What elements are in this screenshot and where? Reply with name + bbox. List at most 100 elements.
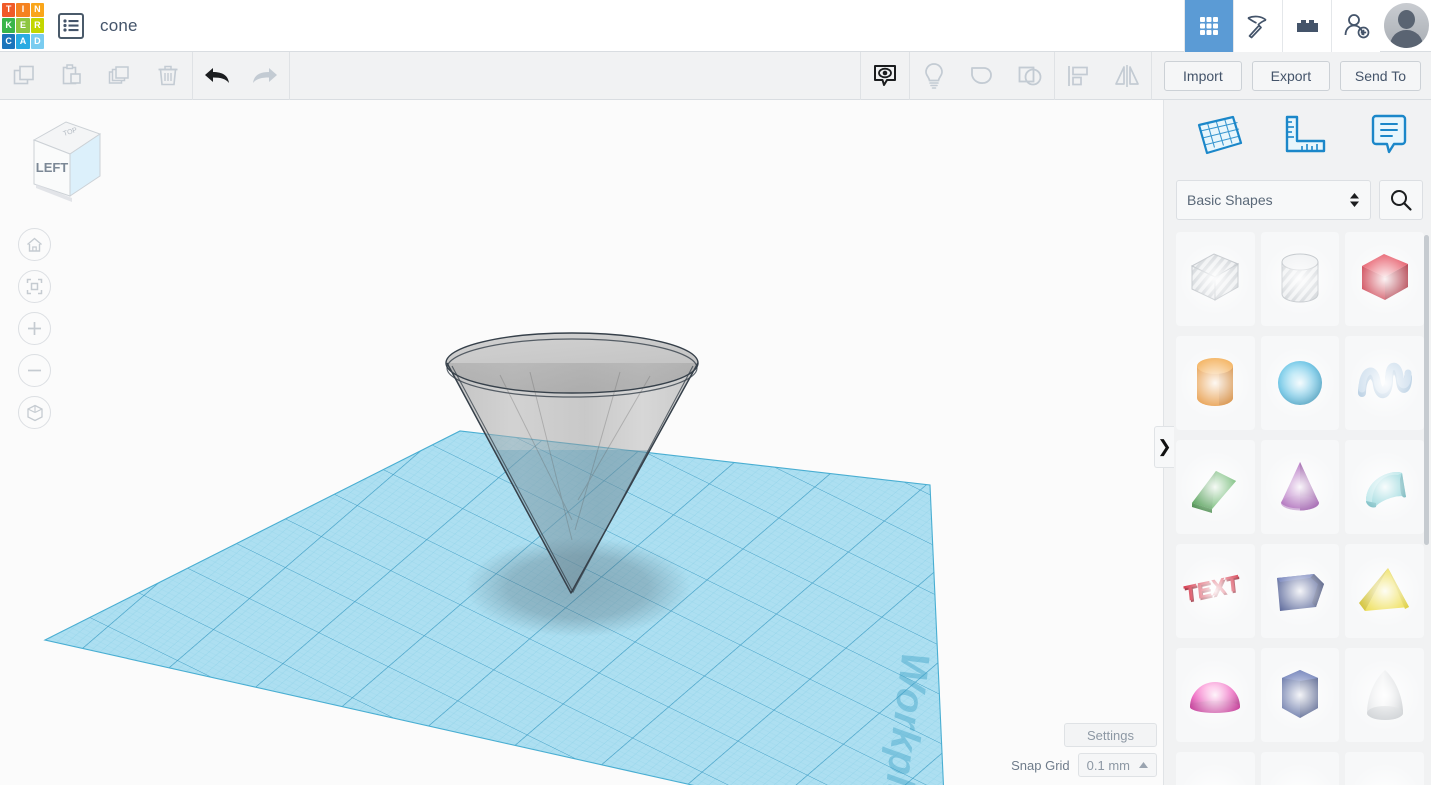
top-bar-actions	[1184, 0, 1431, 52]
shape-rock[interactable]	[1345, 752, 1424, 785]
undo-arrow-icon	[202, 65, 232, 87]
export-button[interactable]: Export	[1252, 61, 1330, 91]
shape-dome[interactable]	[1261, 752, 1340, 785]
shape-scribble[interactable]	[1345, 336, 1424, 430]
pickaxe-icon	[1245, 13, 1271, 39]
notes-tab[interactable]	[1346, 103, 1431, 169]
import-button[interactable]: Import	[1164, 61, 1242, 91]
duplicate-button[interactable]	[96, 52, 144, 100]
copy-button[interactable]	[0, 52, 48, 100]
logo-tile: K	[2, 18, 15, 33]
hint-button[interactable]	[910, 52, 958, 100]
shape-box-hole[interactable]	[1176, 232, 1255, 326]
tinkercad-logo[interactable]: T I N K E R C A D	[0, 0, 46, 52]
projection-toggle-button[interactable]	[18, 396, 51, 429]
invite-button[interactable]	[1331, 0, 1380, 52]
shape-torus[interactable]	[1176, 752, 1255, 785]
paste-button[interactable]	[48, 52, 96, 100]
mirror-button[interactable]	[1103, 52, 1151, 100]
shape-wedge[interactable]	[1176, 440, 1255, 534]
cell-glow	[1178, 346, 1252, 420]
logo-tile: R	[31, 18, 44, 33]
trash-icon	[155, 63, 181, 89]
lightbulb-icon	[921, 62, 947, 90]
cell-glow	[1348, 658, 1422, 732]
settings-button[interactable]: Settings	[1064, 723, 1157, 747]
logo-tile: C	[2, 34, 15, 49]
group-shapes-icon	[968, 63, 996, 89]
toolbar-divider	[1151, 52, 1152, 100]
zoom-in-button[interactable]	[18, 312, 51, 345]
align-button[interactable]	[1055, 52, 1103, 100]
documents-list-button[interactable]	[58, 13, 84, 39]
view-cube-icon: LEFT TOP	[16, 108, 108, 208]
send-to-button[interactable]: Send To	[1340, 61, 1421, 91]
category-value: Basic Shapes	[1187, 192, 1349, 208]
shape-sphere[interactable]	[1261, 336, 1340, 430]
cell-glow	[1263, 346, 1337, 420]
shape-half-sphere[interactable]	[1176, 648, 1255, 742]
shape-roof[interactable]	[1345, 440, 1424, 534]
history-tools	[193, 52, 289, 100]
shape-box[interactable]	[1345, 232, 1424, 326]
panel-scrollbar[interactable]	[1424, 235, 1429, 545]
redo-button[interactable]	[241, 52, 289, 100]
blocks-button[interactable]	[1282, 0, 1331, 52]
workplane-grid-icon	[1193, 113, 1245, 159]
shape-paraboloid[interactable]	[1345, 648, 1424, 742]
cell-glow	[1348, 554, 1422, 628]
shape-category-row: Basic Shapes	[1164, 172, 1431, 228]
fit-view-button[interactable]	[18, 270, 51, 303]
minus-icon	[26, 362, 43, 379]
shape-gallery[interactable]: TEXT TEXT	[1164, 228, 1431, 785]
ruler-tab[interactable]	[1261, 103, 1346, 169]
shape-text[interactable]: TEXT TEXT	[1176, 544, 1255, 638]
show-hide-button[interactable]	[861, 52, 909, 100]
view-cube[interactable]: LEFT TOP	[16, 108, 108, 208]
shape-cylinder-hole[interactable]	[1261, 232, 1340, 326]
3d-viewport[interactable]: Workplane	[0, 100, 1163, 785]
shape-cone[interactable]	[1261, 440, 1340, 534]
ungroup-shapes-icon	[1016, 63, 1044, 89]
shape-cylinder[interactable]	[1176, 336, 1255, 430]
cell-glow	[1263, 554, 1337, 628]
ruler-icon	[1278, 113, 1330, 159]
top-bar: T I N K E R C A D cone	[0, 0, 1431, 52]
lego-brick-icon	[1294, 16, 1320, 36]
delete-button[interactable]	[144, 52, 192, 100]
group-button[interactable]	[958, 52, 1006, 100]
tinkercad-editor: T I N K E R C A D cone	[0, 0, 1431, 785]
cube-perspective-icon	[26, 404, 44, 422]
zoom-out-button[interactable]	[18, 354, 51, 387]
cell-glow	[1263, 658, 1337, 732]
cell-glow	[1178, 554, 1252, 628]
fit-frame-icon	[26, 278, 43, 295]
minecraft-button[interactable]	[1233, 0, 1282, 52]
scene[interactable]: Workplane	[0, 100, 1163, 785]
list-icon	[63, 19, 79, 32]
add-user-icon	[1343, 13, 1370, 39]
panel-tab-bar	[1164, 100, 1431, 172]
home-view-button[interactable]	[18, 228, 51, 261]
undo-button[interactable]	[193, 52, 241, 100]
shape-polygon-box[interactable]	[1261, 544, 1340, 638]
copy-icon	[11, 63, 37, 89]
category-dropdown[interactable]: Basic Shapes	[1176, 180, 1371, 220]
avatar[interactable]	[1384, 3, 1429, 48]
page-title[interactable]: cone	[100, 16, 138, 36]
panel-collapse-button[interactable]: ❯	[1154, 426, 1174, 468]
cell-glow	[1178, 658, 1252, 732]
snap-grid-select[interactable]: 0.1 mm	[1078, 753, 1157, 777]
cell-glow	[1348, 242, 1422, 316]
search-button[interactable]	[1379, 180, 1423, 220]
snap-grid-value: 0.1 mm	[1087, 758, 1130, 773]
home-icon	[26, 237, 43, 253]
workplane-tab[interactable]	[1176, 103, 1261, 169]
logo-tile: T	[2, 3, 15, 18]
gallery-grid-button[interactable]	[1184, 0, 1233, 52]
ungroup-button[interactable]	[1006, 52, 1054, 100]
shape-pyramid[interactable]	[1345, 544, 1424, 638]
shape-hex-prism[interactable]	[1261, 648, 1340, 742]
snap-grid-control: Snap Grid 0.1 mm	[1011, 753, 1157, 777]
duplicate-icon	[107, 63, 133, 89]
